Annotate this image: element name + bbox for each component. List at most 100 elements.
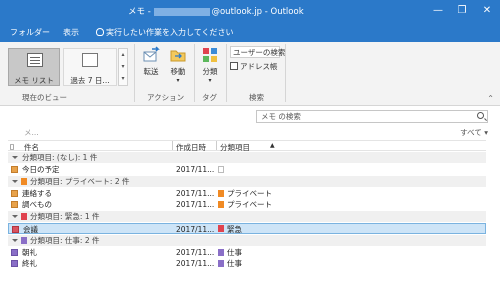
item-created: 2017/11...	[176, 200, 215, 209]
group-search: 検索	[249, 93, 264, 102]
list-item[interactable]: 調べもの 2017/11... プライベート	[8, 199, 486, 210]
user-search-input[interactable]: ユーザーの検索	[230, 46, 285, 58]
chevron-down-icon	[12, 239, 18, 242]
email-redaction	[154, 7, 211, 16]
item-category: 仕事	[227, 248, 242, 257]
group-label: 分類項目: (なし): 1 件	[22, 153, 98, 162]
memo-list-pane: メモ の検索 メ... すべて ▾ ▯ 件名 作成日時 分類項目 ▲ 分類項目:…	[0, 106, 500, 296]
item-subject: 終礼	[22, 259, 37, 268]
column-header-row: ▯ 件名 作成日時 分類項目 ▲	[8, 140, 486, 152]
address-book-button[interactable]: アドレス帳	[230, 61, 278, 73]
category-swatch-urgent	[218, 225, 224, 232]
lightbulb-icon	[96, 28, 104, 36]
category-swatch-private	[21, 178, 27, 185]
window-title: メモ - @outlook.jp - Outlook	[128, 5, 304, 17]
list-item[interactable]: 今日の予定 2017/11...	[8, 164, 486, 175]
title-bar: メモ - @outlook.jp - Outlook — ❐ ✕	[0, 0, 500, 22]
view-gallery-scroll[interactable]: ▴ ▾ ▾	[118, 48, 128, 86]
forward-button[interactable]: 転送	[140, 46, 162, 86]
item-category: プライベート	[227, 189, 272, 198]
category-grid-icon	[203, 48, 217, 62]
note-type-icon: ▯	[10, 142, 15, 151]
tell-me-text: 実行したい作業を入力してください	[106, 28, 234, 37]
category-swatch-private	[218, 201, 224, 208]
item-created: 2017/11...	[176, 189, 215, 198]
item-subject: 今日の予定	[22, 165, 60, 174]
group-label: 分類項目: 仕事: 2 件	[30, 236, 100, 245]
note-icon	[11, 201, 18, 208]
title-suffix: @outlook.jp - Outlook	[211, 7, 304, 17]
group-header-private[interactable]: 分類項目: プライベート: 2 件	[8, 176, 486, 187]
item-created: 2017/11...	[176, 165, 215, 174]
list-item-selected[interactable]: 会議 2017/11... 緊急	[8, 223, 486, 234]
move-button[interactable]: 移動 ▾	[166, 46, 190, 86]
chevron-down-icon	[12, 156, 18, 159]
sort-ascending-icon[interactable]: ▲	[270, 142, 275, 149]
chevron-down-icon	[12, 215, 18, 218]
chevron-down-icon: ▾	[208, 77, 212, 84]
view-memo-list-label: メモ リスト	[14, 76, 54, 85]
category-swatch-work	[218, 249, 224, 256]
note-icon	[11, 249, 18, 256]
category-swatch-private	[218, 190, 224, 197]
minimize-button[interactable]: —	[427, 0, 449, 22]
group-tags: タグ	[202, 93, 217, 102]
list-item[interactable]: 連絡する 2017/11... プライベート	[8, 188, 486, 199]
group-header-work[interactable]: 分類項目: 仕事: 2 件	[8, 235, 486, 246]
group-action: アクション	[147, 93, 185, 102]
tab-folder[interactable]: フォルダー	[10, 27, 50, 38]
category-swatch-work	[218, 260, 224, 267]
title-prefix: メモ -	[128, 7, 154, 17]
chevron-down-icon	[12, 180, 18, 183]
address-book-icon	[230, 62, 238, 70]
tab-view[interactable]: 表示	[63, 27, 79, 38]
restore-button[interactable]: ❐	[451, 0, 473, 22]
item-created: 2017/11...	[176, 248, 215, 257]
categorize-button[interactable]: 分類 ▾	[199, 46, 221, 86]
item-subject: 会議	[23, 225, 38, 234]
item-subject: 連絡する	[22, 189, 52, 198]
forward-label: 転送	[143, 67, 159, 76]
move-label: 移動	[170, 67, 186, 76]
search-icon	[477, 112, 484, 119]
item-category: 仕事	[227, 259, 242, 268]
chevron-down-icon: ▾	[176, 77, 180, 84]
folder-move-icon	[170, 50, 186, 62]
memo-search-placeholder: メモ の検索	[261, 112, 301, 121]
categorize-label: 分類	[202, 67, 218, 76]
ribbon: メモ リスト 過去 7 日... ▴ ▾ ▾ 現在のビュー 転送 移動 ▾ アクショ…	[0, 42, 500, 106]
item-created: 2017/11...	[176, 259, 215, 268]
list-view-icon	[27, 53, 43, 67]
group-label: 分類項目: プライベート: 2 件	[30, 177, 130, 186]
filter-placeholder[interactable]: メ...	[24, 127, 39, 138]
item-category: 緊急	[227, 225, 242, 234]
category-swatch-work	[21, 237, 27, 244]
tell-me-box[interactable]: 実行したい作業を入力してください	[96, 27, 234, 38]
item-subject: 調べもの	[22, 200, 52, 209]
group-header-urgent[interactable]: 分類項目: 緊急: 1 件	[8, 211, 486, 222]
all-filter-dropdown[interactable]: すべて ▾	[460, 127, 488, 138]
view-memo-list-button[interactable]: メモ リスト	[8, 48, 60, 86]
note-icon	[11, 190, 18, 197]
group-label: 分類項目: 緊急: 1 件	[30, 212, 100, 221]
view-last7-label: 過去 7 日...	[70, 76, 110, 85]
item-category: プライベート	[227, 200, 272, 209]
category-swatch-urgent	[21, 213, 27, 220]
category-empty-icon	[218, 166, 224, 173]
forward-icon	[143, 46, 160, 62]
list-item[interactable]: 終礼 2017/11... 仕事	[8, 258, 486, 269]
ribbon-tabs: フォルダー 表示 実行したい作業を入力してください	[0, 22, 500, 42]
group-header-none[interactable]: 分類項目: (なし): 1 件	[8, 152, 486, 163]
list-view-icon	[82, 53, 98, 67]
note-icon	[11, 260, 18, 267]
close-button[interactable]: ✕	[476, 0, 498, 22]
item-created: 2017/11...	[176, 225, 215, 234]
item-subject: 朝礼	[22, 248, 37, 257]
group-current-view: 現在のビュー	[22, 93, 67, 102]
memo-search-input[interactable]: メモ の検索	[256, 110, 488, 123]
list-item[interactable]: 朝礼 2017/11... 仕事	[8, 247, 486, 258]
note-icon	[11, 166, 18, 173]
address-book-label: アドレス帳	[240, 62, 278, 71]
view-last7-button[interactable]: 過去 7 日...	[63, 48, 117, 86]
collapse-ribbon-button[interactable]: ⌃	[487, 94, 494, 103]
